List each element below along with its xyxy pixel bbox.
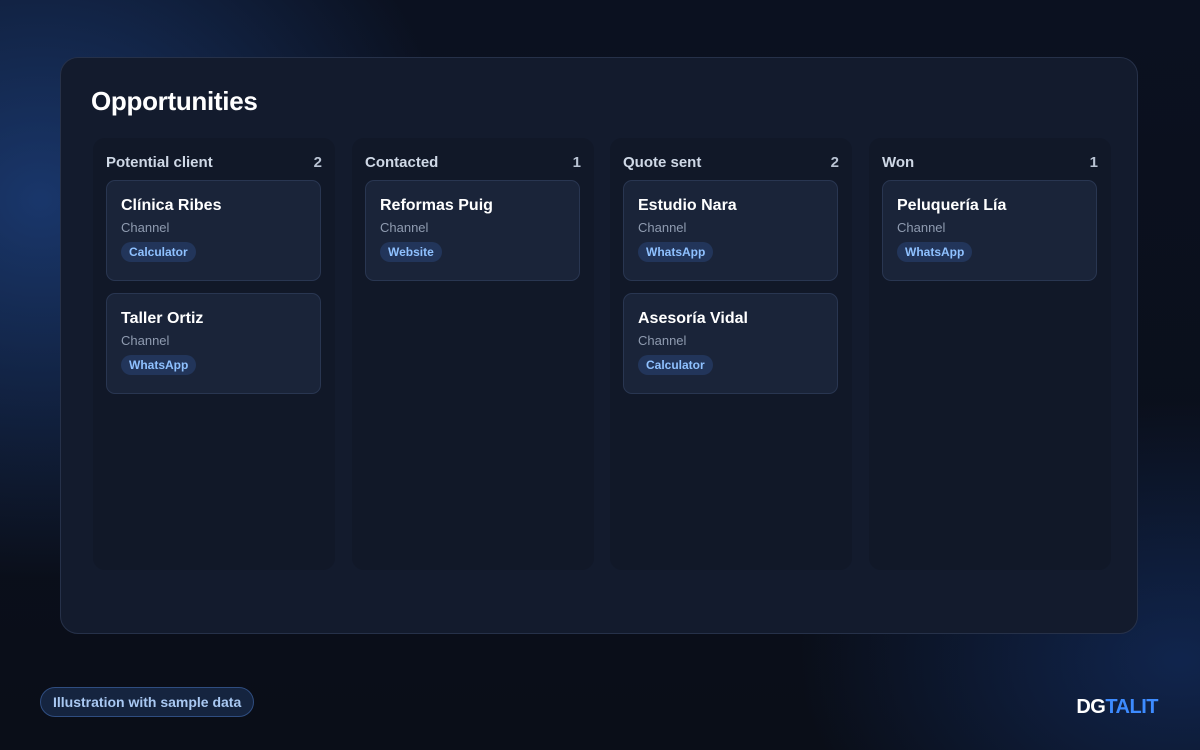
channel-badge: WhatsApp	[638, 242, 714, 262]
column-contacted: Contacted 1 Reformas Puig Channel Websit…	[352, 138, 594, 570]
card-channel-label: Channel	[121, 333, 170, 348]
card-channel-label: Channel	[380, 220, 429, 235]
channel-badge: Calculator	[638, 355, 713, 375]
channel-badge: Calculator	[121, 242, 196, 262]
logo-text-part2: TALIT	[1105, 696, 1158, 718]
column-header: Contacted 1	[365, 152, 581, 172]
channel-badge: WhatsApp	[121, 355, 197, 375]
column-header: Quote sent 2	[623, 152, 839, 172]
card-name: Taller Ortiz	[121, 310, 204, 327]
card-name: Reformas Puig	[380, 197, 493, 214]
card-channel-label: Channel	[121, 220, 170, 235]
column-title: Potential client	[106, 153, 213, 171]
column-title: Quote sent	[623, 153, 702, 171]
column-won: Won 1 Peluquería Lía Channel WhatsApp	[869, 138, 1111, 570]
card-channel-label: Channel	[638, 333, 687, 348]
column-count: 2	[830, 153, 839, 171]
opportunity-card[interactable]: Taller Ortiz Channel WhatsApp	[106, 293, 321, 394]
opportunities-panel: Opportunities Potential client 2 Clínica…	[60, 57, 1138, 634]
opportunity-card[interactable]: Asesoría Vidal Channel Calculator	[623, 293, 838, 394]
card-channel-label: Channel	[638, 220, 687, 235]
opportunity-card[interactable]: Peluquería Lía Channel WhatsApp	[882, 180, 1097, 281]
opportunity-card[interactable]: Clínica Ribes Channel Calculator	[106, 180, 321, 281]
sample-data-note: Illustration with sample data	[40, 687, 255, 717]
channel-badge: Website	[380, 242, 442, 262]
card-name: Peluquería Lía	[897, 197, 1007, 214]
column-potential-client: Potential client 2 Clínica Ribes Channel…	[93, 138, 335, 570]
card-name: Asesoría Vidal	[638, 310, 748, 327]
brand-logo: DGTALIT	[1076, 696, 1158, 719]
logo-text-part1: DG	[1076, 696, 1106, 718]
column-header: Won 1	[882, 152, 1098, 172]
column-title: Contacted	[365, 153, 439, 171]
opportunity-card[interactable]: Reformas Puig Channel Website	[365, 180, 580, 281]
opportunity-card[interactable]: Estudio Nara Channel WhatsApp	[623, 180, 838, 281]
page-title: Opportunities	[91, 86, 258, 116]
column-title: Won	[882, 153, 915, 171]
column-count: 2	[313, 153, 322, 171]
column-quote-sent: Quote sent 2 Estudio Nara Channel WhatsA…	[610, 138, 852, 570]
card-name: Clínica Ribes	[121, 197, 222, 214]
column-header: Potential client 2	[106, 152, 322, 172]
card-channel-label: Channel	[897, 220, 946, 235]
column-count: 1	[1089, 153, 1098, 171]
card-name: Estudio Nara	[638, 197, 737, 214]
column-count: 1	[572, 153, 581, 171]
channel-badge: WhatsApp	[897, 242, 973, 262]
